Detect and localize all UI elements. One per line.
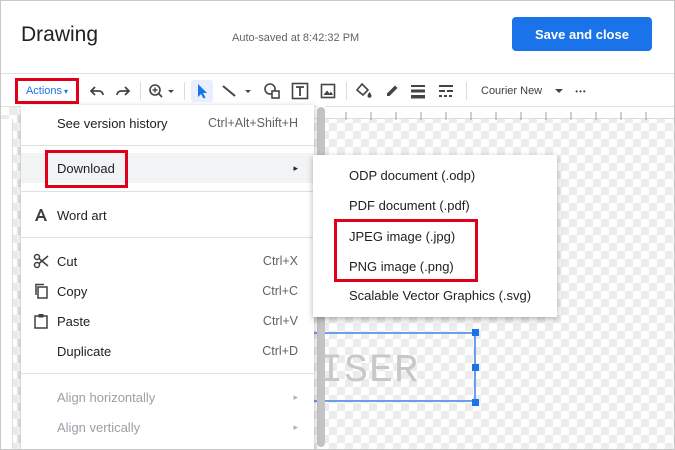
border-color-icon[interactable] — [381, 80, 403, 102]
border-weight-icon[interactable] — [407, 80, 429, 102]
font-dropdown-icon[interactable] — [552, 80, 566, 102]
save-and-close-button[interactable]: Save and close — [512, 17, 652, 51]
menu-item-align-vertically: Align vertically ▸ — [21, 412, 314, 442]
menu-item-copy[interactable]: Copy Ctrl+C — [21, 276, 314, 306]
menu-item-duplicate[interactable]: Duplicate Ctrl+D — [21, 336, 314, 366]
submenu-item-label: Scalable Vector Graphics (.svg) — [349, 287, 532, 303]
vertical-ruler — [1, 119, 13, 449]
border-dash-icon[interactable] — [435, 80, 457, 102]
download-odp[interactable]: ODP document (.odp) — [313, 160, 557, 190]
menu-divider — [21, 373, 314, 374]
resize-handle-top-right[interactable] — [472, 329, 479, 336]
submenu-arrow-icon: ▸ — [293, 391, 298, 402]
actions-menu-button[interactable]: Actions ▾ — [15, 78, 79, 104]
word-art-icon — [33, 207, 49, 223]
download-pdf[interactable]: PDF document (.pdf) — [313, 190, 557, 220]
menu-item-label: Paste — [57, 313, 91, 329]
image-icon[interactable] — [317, 80, 339, 102]
drawing-dialog: Drawing Auto-saved at 8:42:32 PM Save an… — [0, 0, 675, 450]
highlight-download — [45, 150, 128, 188]
download-svg[interactable]: Scalable Vector Graphics (.svg) — [313, 280, 557, 310]
actions-label: Actions — [25, 85, 63, 97]
copy-icon — [33, 283, 49, 299]
ruler-ticks — [320, 112, 647, 120]
menu-item-align-horizontally: Align horizontally ▸ — [21, 382, 314, 412]
line-icon[interactable] — [219, 80, 255, 102]
menu-item-shortcut: Ctrl+D — [262, 344, 298, 358]
autosave-status: Auto-saved at 8:42:32 PM — [232, 32, 360, 44]
toolbar-separator — [466, 82, 467, 100]
font-family-select[interactable]: Courier New — [481, 85, 542, 97]
select-icon[interactable] — [191, 80, 213, 102]
fill-color-icon[interactable] — [353, 80, 375, 102]
menu-item-shortcut: Ctrl+V — [262, 314, 298, 328]
menu-item-shortcut: Ctrl+C — [262, 284, 298, 298]
menu-item-label: See version history — [57, 115, 168, 131]
toolbar-separator — [184, 82, 185, 100]
menu-item-shortcut: Ctrl+X — [262, 254, 298, 268]
submenu-item-label: ODP document (.odp) — [349, 167, 476, 183]
menu-item-label: Align horizontally — [57, 389, 156, 405]
highlight-jpeg-png — [334, 219, 478, 282]
menu-item-word-art[interactable]: Word art — [21, 200, 314, 230]
menu-divider — [21, 237, 314, 238]
scissors-icon — [33, 253, 49, 269]
menu-item-label: Align vertically — [57, 419, 141, 435]
caret-down-icon: ▾ — [64, 86, 69, 96]
redo-icon[interactable] — [113, 80, 133, 102]
menu-item-cut[interactable]: Cut Ctrl+X — [21, 246, 314, 276]
submenu-arrow-icon: ▸ — [293, 421, 298, 432]
submenu-item-label: PDF document (.pdf) — [349, 197, 470, 213]
zoom-icon[interactable] — [147, 80, 177, 102]
undo-icon[interactable] — [87, 80, 107, 102]
resize-handle-right[interactable] — [472, 364, 479, 371]
resize-handle-bottom-right[interactable] — [472, 399, 479, 406]
menu-item-label: Word art — [57, 207, 107, 223]
menu-item-label: Cut — [57, 253, 78, 269]
toolbar: Actions ▾ Courier New ••• — [1, 73, 674, 107]
textbox-text: ISER — [319, 349, 420, 394]
clipboard-icon — [33, 313, 49, 329]
menu-divider — [21, 145, 314, 146]
shape-icon[interactable] — [261, 80, 283, 102]
more-options-icon[interactable]: ••• — [572, 80, 590, 102]
menu-item-label: Duplicate — [57, 343, 112, 359]
menu-divider — [21, 191, 314, 192]
toolbar-separator — [346, 82, 347, 100]
menu-item-paste[interactable]: Paste Ctrl+V — [21, 306, 314, 336]
submenu-arrow-icon: ▸ — [293, 162, 298, 173]
horizontal-ruler — [301, 107, 674, 120]
menu-item-shortcut: Ctrl+Alt+Shift+H — [208, 116, 298, 130]
menu-item-label: Copy — [57, 283, 88, 299]
toolbar-separator — [140, 82, 141, 100]
textbox-icon[interactable] — [289, 80, 311, 102]
menu-item-version-history[interactable]: See version history Ctrl+Alt+Shift+H — [21, 108, 314, 138]
dialog-title: Drawing — [21, 23, 99, 46]
